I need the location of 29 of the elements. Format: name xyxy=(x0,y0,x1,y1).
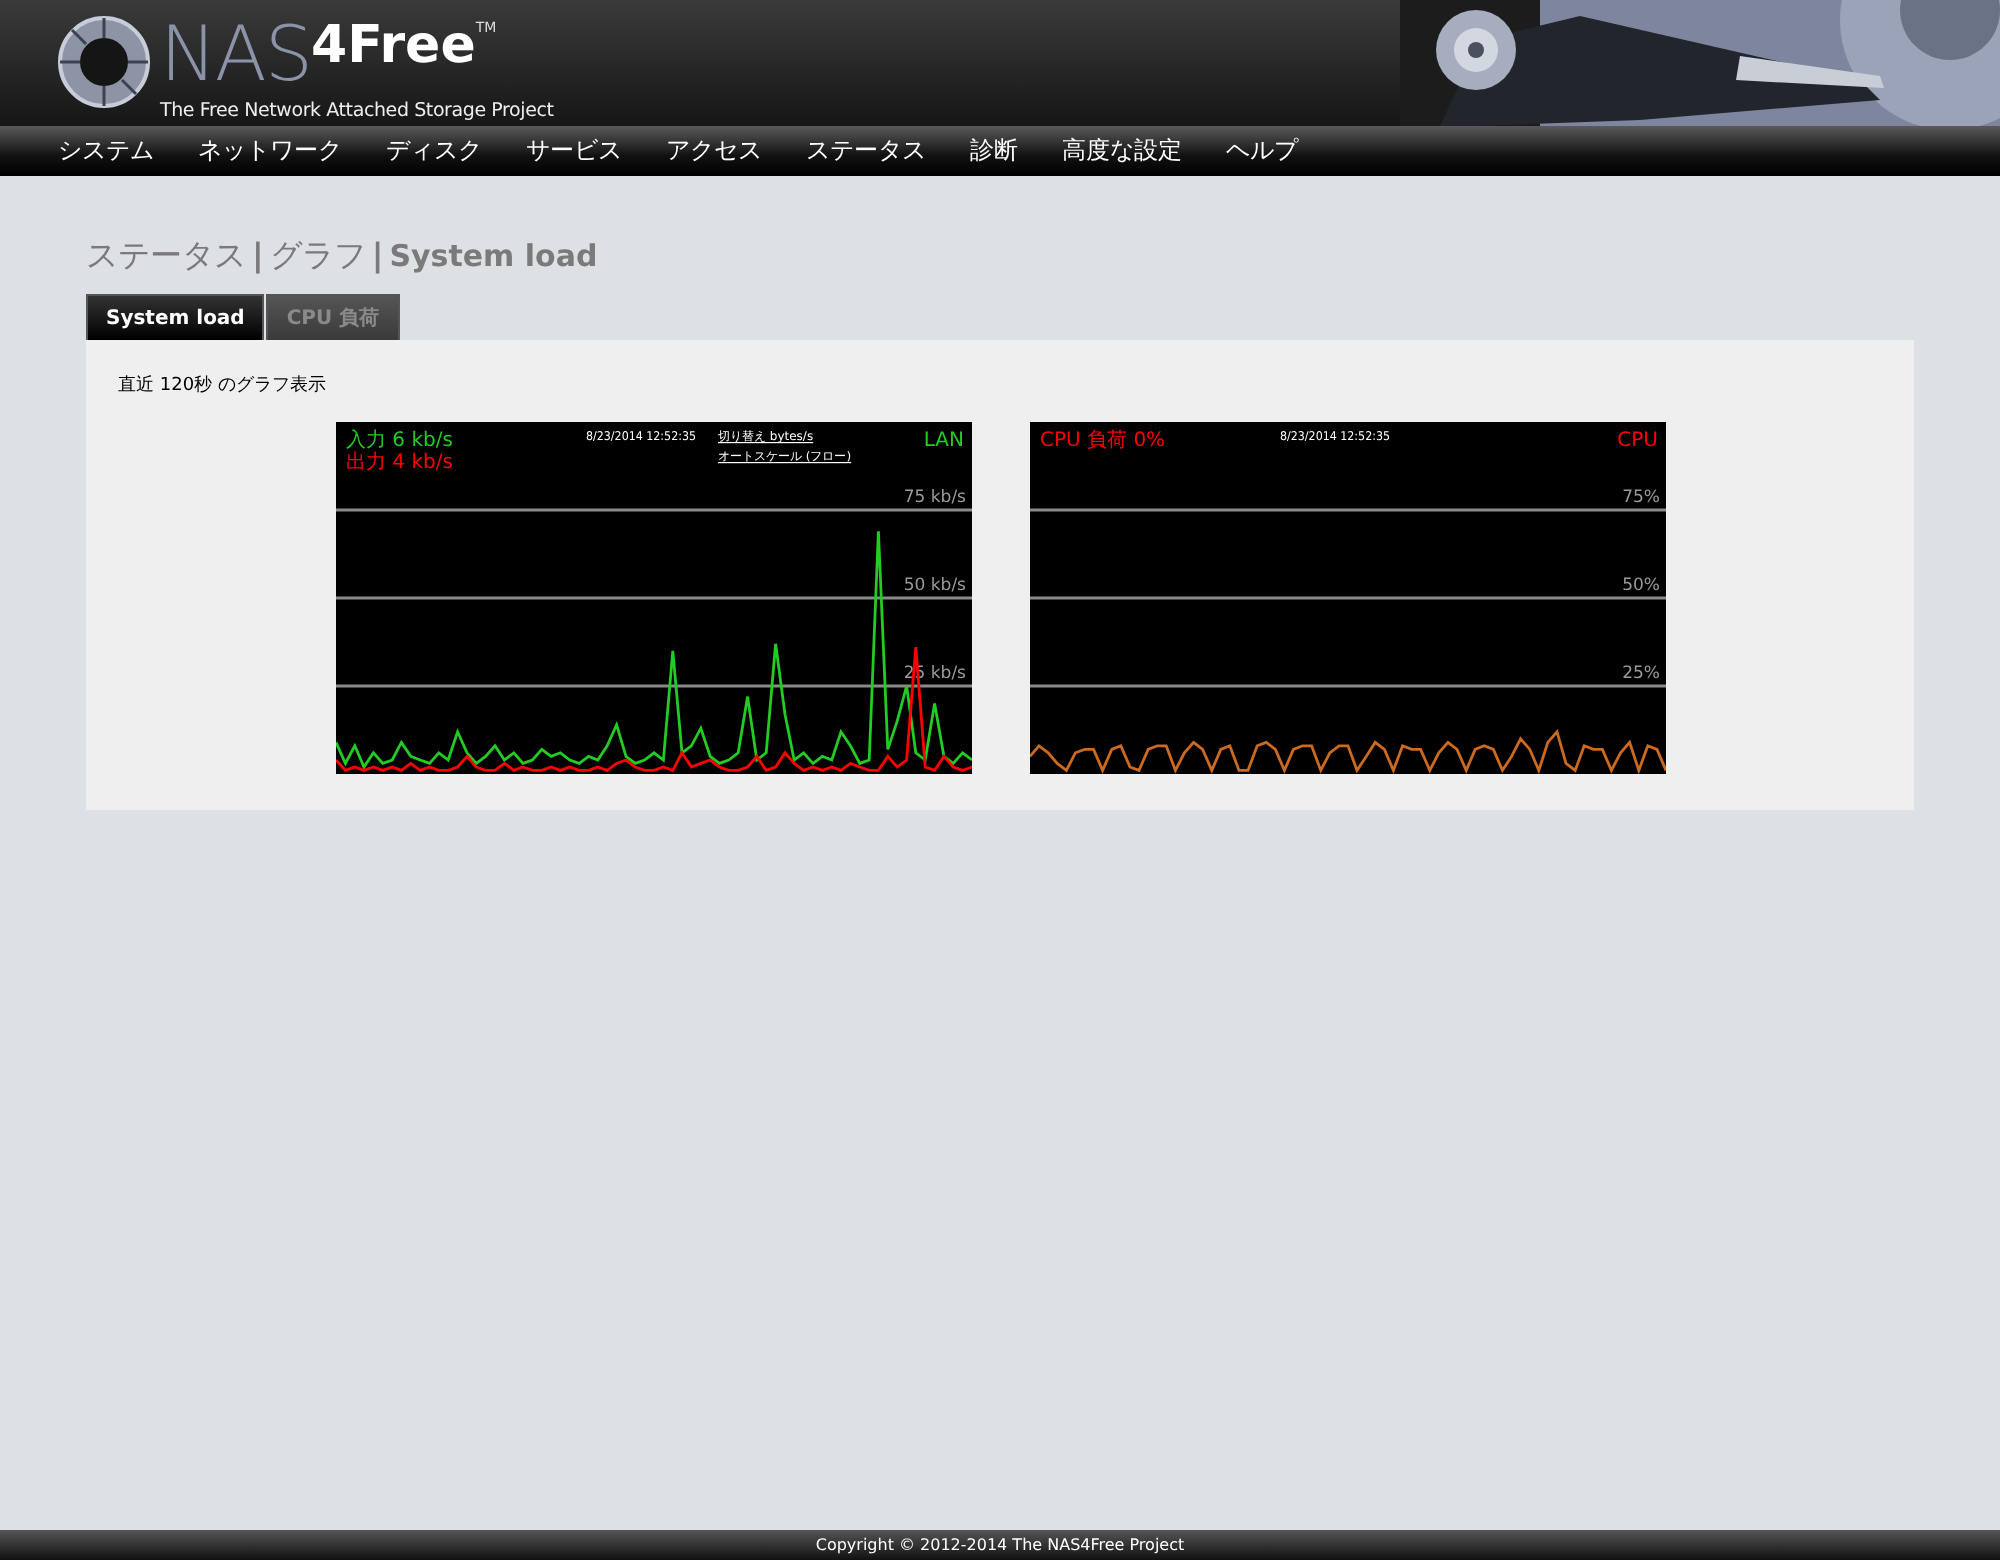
nav-menu-item[interactable]: 診断 xyxy=(948,134,1040,168)
logo-text: 4Free xyxy=(311,16,476,76)
nav-menu-item[interactable]: アクセス xyxy=(644,134,784,168)
axis-tick-label: 75 kb/s xyxy=(903,488,966,508)
axis-tick-label: 50 kb/s xyxy=(903,576,966,596)
nav-menu-item[interactable]: ネットワーク xyxy=(176,134,364,168)
breadcrumb-separator: | xyxy=(252,236,264,274)
description-text: 直近 120秒 のグラフ表示 xyxy=(118,373,328,398)
nav-menu-item[interactable]: サービス xyxy=(504,134,644,168)
nav-menu-item[interactable]: ヘルプ xyxy=(1204,134,1320,168)
axis-tick-label: 25% xyxy=(1622,664,1660,684)
nav-menu-item[interactable]: ステータス xyxy=(784,134,948,168)
tab[interactable]: System load xyxy=(86,294,265,340)
breadcrumb-separator: | xyxy=(371,236,384,274)
nav-menu-item[interactable]: システム xyxy=(36,134,176,168)
legend-text: 入力 6 kb/s xyxy=(346,430,453,452)
legend-text: 出力 4 kb/s xyxy=(346,452,453,474)
breadcrumb-item: System load xyxy=(389,238,598,274)
logo-ring-icon xyxy=(54,12,154,112)
axis-tick-label: 50% xyxy=(1622,576,1660,596)
graph-label: CPU xyxy=(1617,430,1658,452)
tagline: The Free Network Attached Storage Project xyxy=(160,100,554,122)
legend-text: CPU 負荷 0% xyxy=(1040,430,1166,452)
nav-menu-item[interactable]: 高度な設定 xyxy=(1040,134,1204,168)
graph-label: LAN xyxy=(923,430,964,452)
axis-tick-label: 75% xyxy=(1622,488,1660,508)
logo-text: NAS xyxy=(160,12,312,96)
footer-copyright: Copyright © 2012-2014 The NAS4Free Project xyxy=(0,1530,2000,1560)
nav-menu-item[interactable]: ディスク xyxy=(364,134,504,168)
